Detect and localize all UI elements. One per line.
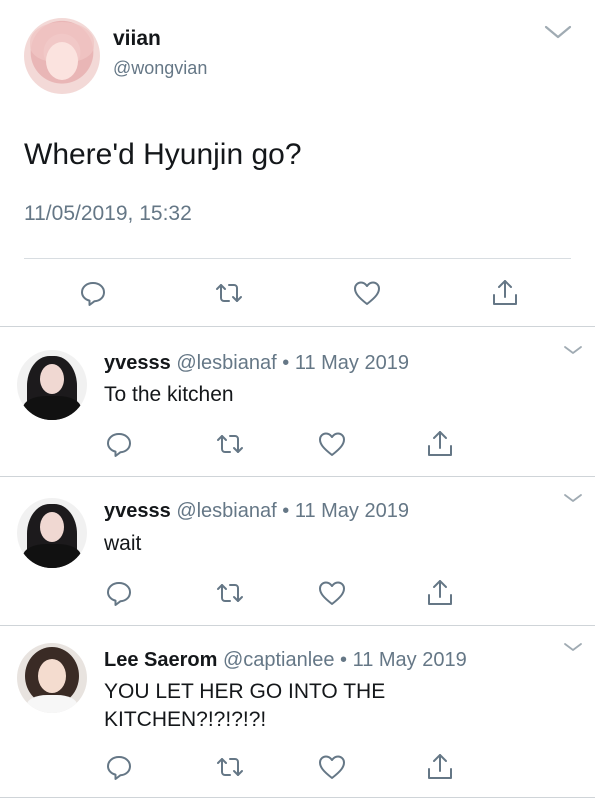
avatar[interactable]	[17, 350, 87, 420]
reply-text: wait	[104, 530, 464, 558]
reply-icon[interactable]	[104, 578, 134, 608]
reply-date: 11 May 2019	[294, 500, 409, 522]
reply-author-name[interactable]: yvesss	[104, 352, 171, 374]
reply-header: yvesss @lesbianaf • 11 May 2019	[104, 352, 409, 375]
avatar[interactable]	[17, 498, 87, 568]
retweet-icon[interactable]	[215, 578, 245, 608]
reply-author-name[interactable]: yvesss	[104, 500, 171, 522]
avatar[interactable]	[17, 643, 87, 713]
chevron-down-icon[interactable]	[563, 640, 583, 652]
separator-dot: •	[340, 649, 348, 671]
avatar[interactable]	[24, 18, 100, 94]
reply-text: YOU LET HER GO INTO THE KITCHEN?!?!?!?!	[104, 678, 464, 734]
like-icon[interactable]	[317, 752, 347, 782]
tweet-author-name[interactable]: viian	[113, 27, 161, 51]
reply-author-handle[interactable]: @captianlee	[223, 649, 334, 671]
share-icon[interactable]	[425, 752, 455, 782]
reply-date: 11 May 2019	[294, 352, 409, 374]
reply-text-line: wait	[104, 532, 142, 555]
reply-author-handle[interactable]: @lesbianaf	[176, 500, 276, 522]
reply-author-handle[interactable]: @lesbianaf	[176, 352, 276, 374]
divider	[24, 258, 571, 259]
retweet-icon[interactable]	[215, 429, 245, 459]
reply-text-line: KITCHEN?!?!?!?!	[104, 708, 267, 731]
divider	[0, 326, 595, 327]
divider	[0, 625, 595, 626]
reply-icon[interactable]	[78, 278, 108, 308]
reply-date: 11 May 2019	[352, 649, 467, 671]
like-icon[interactable]	[317, 578, 347, 608]
chevron-down-icon[interactable]	[563, 343, 583, 355]
reply-header: Lee Saerom @captianlee • 11 May 2019	[104, 649, 467, 672]
retweet-icon[interactable]	[214, 278, 244, 308]
divider	[0, 476, 595, 477]
reply-text-line: To the kitchen	[104, 383, 234, 406]
share-icon[interactable]	[490, 278, 520, 308]
separator-dot: •	[282, 500, 290, 522]
like-icon[interactable]	[352, 278, 382, 308]
like-icon[interactable]	[317, 429, 347, 459]
reply-header: yvesss @lesbianaf • 11 May 2019	[104, 500, 409, 523]
tweet-text: Where'd Hyunjin go?	[24, 138, 302, 171]
reply-text-line: YOU LET HER GO INTO THE	[104, 680, 386, 703]
reply-icon[interactable]	[104, 429, 134, 459]
reply-icon[interactable]	[104, 752, 134, 782]
reply-author-name[interactable]: Lee Saerom	[104, 649, 217, 671]
chevron-down-icon[interactable]	[543, 22, 573, 42]
share-icon[interactable]	[425, 429, 455, 459]
divider	[0, 797, 595, 798]
chevron-down-icon[interactable]	[563, 491, 583, 503]
retweet-icon[interactable]	[215, 752, 245, 782]
share-icon[interactable]	[425, 578, 455, 608]
tweet-author-handle[interactable]: @wongvian	[113, 58, 207, 79]
tweet-timestamp: 11/05/2019, 15:32	[24, 202, 192, 225]
reply-text: To the kitchen	[104, 381, 464, 409]
separator-dot: •	[282, 352, 290, 374]
